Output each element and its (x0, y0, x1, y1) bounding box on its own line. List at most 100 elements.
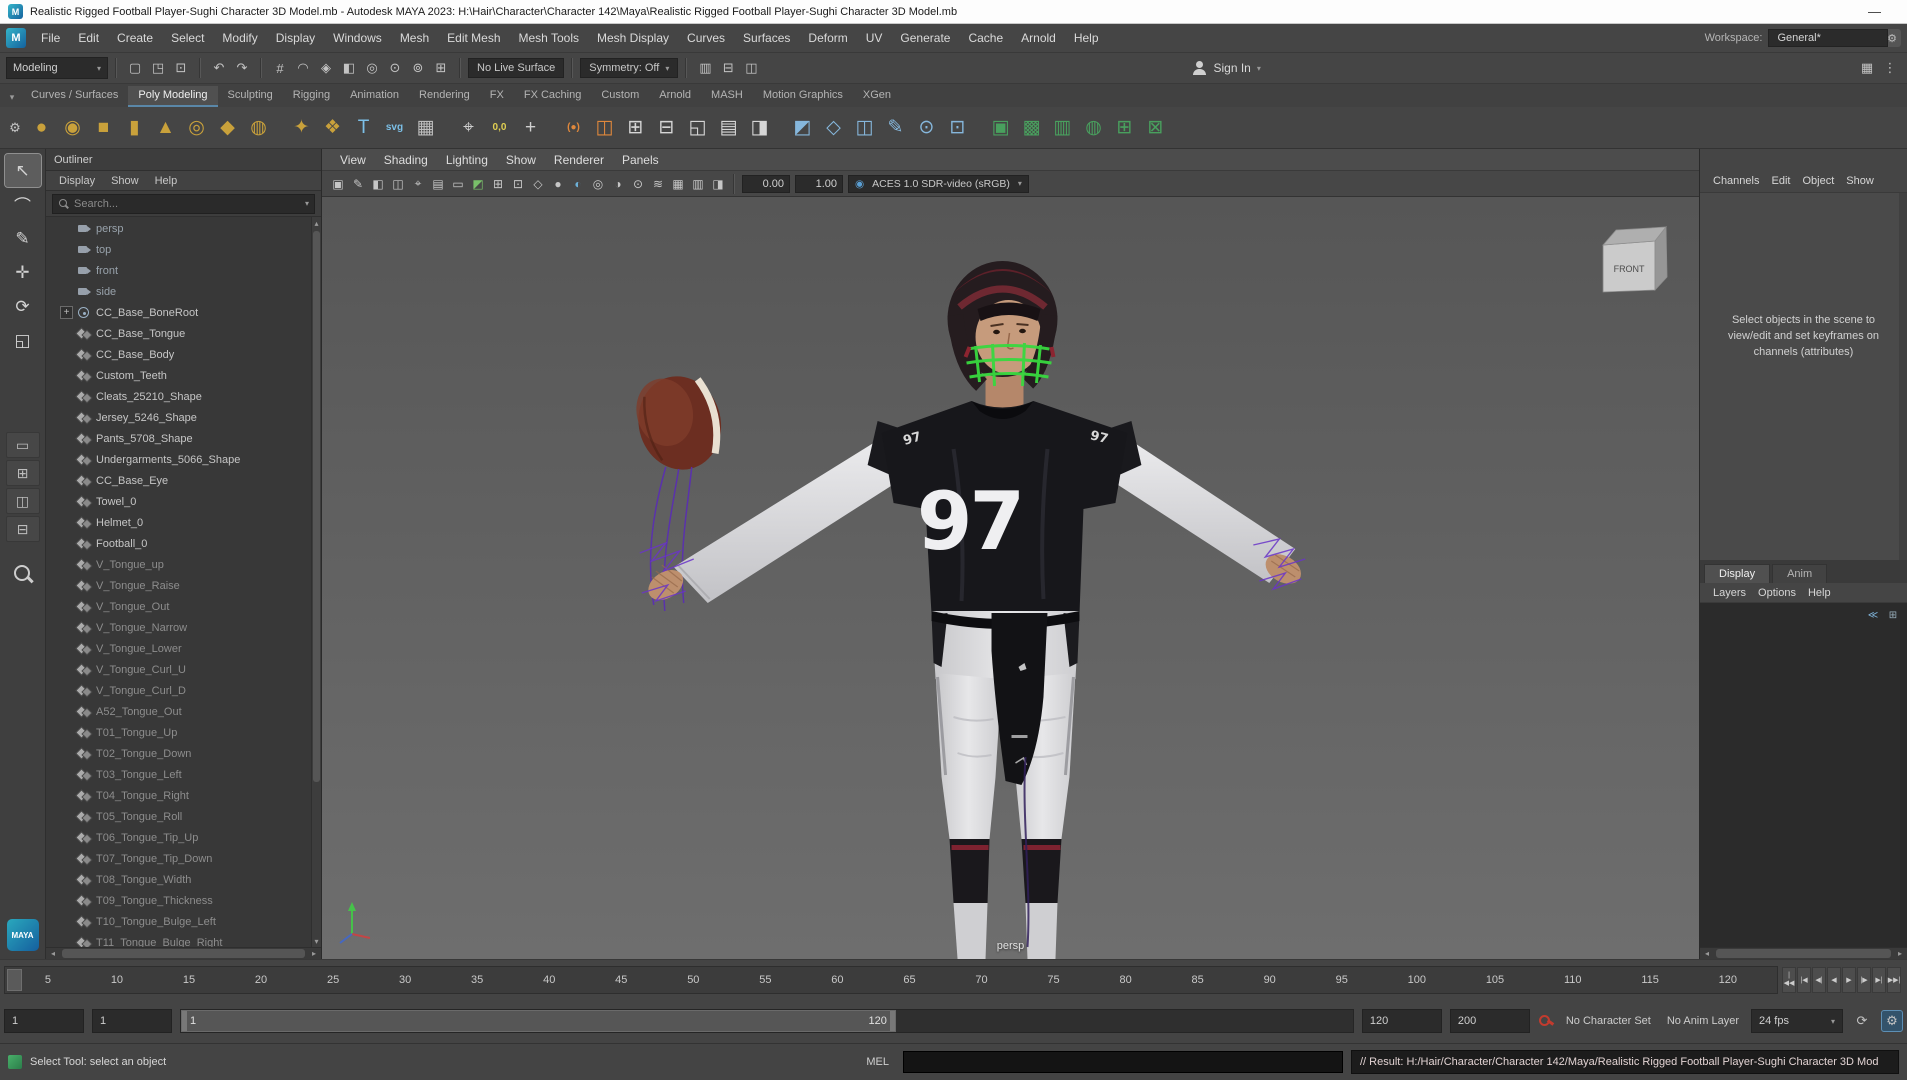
combine-mesh-icon[interactable]: ⊞ (620, 112, 651, 144)
redo-icon[interactable]: ↷ (231, 57, 253, 79)
workspace-select[interactable]: General* (1768, 29, 1889, 47)
bookmarks-icon[interactable]: ⌖ (408, 174, 428, 194)
channel-box-menu-item[interactable]: Show (1841, 173, 1879, 189)
extrude-icon[interactable]: ◩ (787, 112, 818, 144)
go-to-start-button[interactable]: |◀◀ (1782, 966, 1796, 993)
anim-layer-select[interactable]: No Anim Layer (1663, 1015, 1743, 1027)
isolate-select-icon[interactable]: ◨ (708, 174, 728, 194)
viewport-canvas[interactable]: 97 97 97 FRONT (322, 197, 1699, 959)
menu-item[interactable]: Deform (799, 26, 856, 50)
shelf-icon[interactable] (546, 112, 558, 144)
origin-locator-icon[interactable]: 0,0 (484, 112, 515, 144)
outliner-item[interactable]: Helmet_0 (46, 512, 311, 533)
camera-lock-icon[interactable]: ◧ (368, 174, 388, 194)
shelf-tab[interactable]: Motion Graphics (753, 86, 853, 107)
viewport-menu-item[interactable]: Panels (614, 151, 667, 169)
motion-blur-icon[interactable]: ≋ (648, 174, 668, 194)
range-end-handle[interactable] (889, 1011, 895, 1031)
new-scene-icon[interactable]: ▢ (124, 57, 146, 79)
symmetry-select[interactable]: Symmetry: Off ▾ (580, 58, 679, 78)
uv-snapshot-icon[interactable]: ⊠ (1140, 112, 1171, 144)
shelf-tab[interactable]: Custom (591, 86, 649, 107)
scene-camera-icon[interactable]: ⌖ (453, 112, 484, 144)
scroll-right-icon[interactable]: ▸ (1893, 949, 1907, 958)
colorspace-select[interactable]: ◉ ACES 1.0 SDR-video (sRGB) ▾ (848, 174, 1029, 193)
menu-item[interactable]: Modify (213, 26, 266, 50)
resolution-gate-icon[interactable]: ▭ (448, 174, 468, 194)
lasso-select-tool[interactable]: ⌒ (5, 188, 41, 221)
outliner-item[interactable]: T01_Tongue_Up (46, 722, 311, 743)
depth-peel-icon[interactable]: ▥ (688, 174, 708, 194)
character-set-select[interactable]: No Character Set (1562, 1015, 1655, 1027)
select-highlight-icon[interactable]: ▣ (328, 174, 348, 194)
outliner-item[interactable]: + CC_Base_BoneRoot (46, 302, 311, 323)
menu-item[interactable]: Select (162, 26, 213, 50)
new-layer-icon[interactable]: ⊞ (1885, 607, 1901, 623)
uv-spherical-icon[interactable]: ◍ (1078, 112, 1109, 144)
bridge-icon[interactable]: ◫ (849, 112, 880, 144)
menu-item[interactable]: Mesh (391, 26, 438, 50)
safe-title-icon[interactable]: ⊡ (508, 174, 528, 194)
viewport-3d-view[interactable]: 97 97 97 FRONT persp (322, 197, 1699, 959)
shelf-tab[interactable]: Rendering (409, 86, 480, 107)
outliner-item[interactable]: T04_Tongue_Right (46, 785, 311, 806)
shelf-tab[interactable]: FX (480, 86, 514, 107)
scale-tool[interactable]: ◱ (5, 324, 41, 357)
panel-grid-icon[interactable]: ▦ (1856, 57, 1878, 79)
shelf-icon[interactable] (274, 112, 286, 144)
search-input[interactable] (74, 197, 300, 210)
make-live-icon[interactable]: ◎ (361, 57, 383, 79)
svg-tool-icon[interactable]: svg (379, 112, 410, 144)
outliner-item[interactable]: Football_0 (46, 533, 311, 554)
boolean-union-icon[interactable]: ◱ (682, 112, 713, 144)
exposure-field[interactable]: 0.00 (742, 174, 790, 193)
shelf-tab[interactable]: MASH (701, 86, 753, 107)
range-start-handle[interactable] (182, 1011, 187, 1031)
play-forwards-button[interactable]: ▶ (1842, 966, 1856, 993)
command-line-language-toggle[interactable]: MEL (860, 1056, 895, 1068)
step-back-frame-button[interactable]: |◀ (1797, 966, 1811, 993)
menu-item[interactable]: Edit (69, 26, 108, 50)
textured-mode-icon[interactable]: ◐ (568, 174, 588, 194)
outliner-item[interactable]: T11_Tongue_Bulge_Right (46, 932, 311, 948)
shelf-tab[interactable]: Rigging (283, 86, 340, 107)
outliner-horizontal-scrollbar[interactable]: ◂ ▸ (46, 947, 321, 959)
menu-item[interactable]: Create (108, 26, 162, 50)
go-to-end-button[interactable]: ▶▶| (1887, 966, 1901, 993)
snap-to-point-icon[interactable]: ◈ (315, 57, 337, 79)
shelf-icon[interactable] (973, 112, 985, 144)
outliner-item[interactable]: Towel_0 (46, 491, 311, 512)
uv-automatic-icon[interactable]: ▩ (1016, 112, 1047, 144)
scroll-left-icon[interactable]: ◂ (46, 949, 60, 958)
minimize-button[interactable]: — (1850, 4, 1899, 19)
outliner-item[interactable]: persp (46, 218, 311, 239)
anti-alias-icon[interactable]: ▦ (668, 174, 688, 194)
smooth-mesh-icon[interactable]: ▤ (713, 112, 744, 144)
poly-sphere-icon[interactable]: ● (26, 112, 57, 144)
channel-box-menu-item[interactable]: Channels (1708, 173, 1764, 189)
layer-editor-tab[interactable]: Anim (1772, 564, 1828, 583)
move-tool[interactable]: ✛ (5, 256, 41, 289)
layer-editor-tab[interactable]: Display (1704, 564, 1771, 583)
two-pane-side-layout-button[interactable]: ◫ (5, 488, 40, 514)
scroll-right-icon[interactable]: ▸ (307, 949, 321, 958)
scrollbar-thumb[interactable] (313, 231, 320, 782)
render-settings-icon[interactable]: ◫ (740, 57, 762, 79)
poly-plane-icon[interactable]: ◆ (212, 112, 243, 144)
search-field[interactable]: ▾ (52, 193, 315, 214)
poly-cylinder-icon[interactable]: ▮ (119, 112, 150, 144)
outliner-item[interactable]: front (46, 260, 311, 281)
channel-box-menu-item[interactable]: Object (1797, 173, 1839, 189)
outliner-item[interactable]: V_Tongue_Curl_D (46, 680, 311, 701)
snap-view-plane-icon[interactable]: ⊞ (430, 57, 452, 79)
grease-pencil-icon[interactable]: ✎ (348, 174, 368, 194)
poly-cone-icon[interactable]: ▲ (150, 112, 181, 144)
shelf-icon[interactable] (441, 112, 453, 144)
menu-set-select[interactable]: Modeling ▾ (6, 57, 108, 79)
poly-disc-icon[interactable]: ◍ (243, 112, 274, 144)
step-forward-frame-button[interactable]: ▶| (1872, 966, 1886, 993)
image-plane-icon[interactable]: ◫ (388, 174, 408, 194)
scroll-down-icon[interactable]: ▾ (314, 935, 318, 947)
outliner-item[interactable]: T06_Tongue_Tip_Up (46, 827, 311, 848)
menu-item[interactable]: Mesh Tools (510, 26, 588, 50)
